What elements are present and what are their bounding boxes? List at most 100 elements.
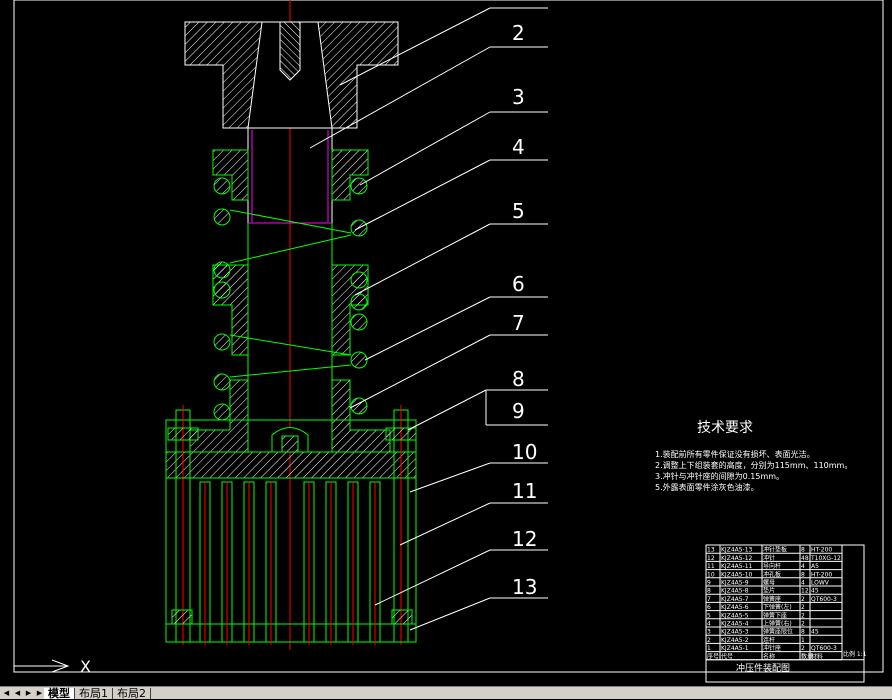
punch-head	[184, 21, 399, 129]
bom-cell: 8	[801, 571, 805, 578]
bom-cell: 6	[707, 604, 711, 611]
bom-cell: HT-200	[811, 547, 832, 554]
bom-cell: 8	[707, 588, 711, 595]
bom-cell: KJZ4A5-2	[721, 637, 749, 644]
punch-block	[165, 477, 417, 645]
bom-cell: 12	[801, 588, 809, 595]
tech-note: 1.装配前所有零件保证没有损坏、表面光洁。	[655, 449, 815, 459]
bom-cell: 材料	[811, 652, 823, 660]
bom-cell: 9	[707, 580, 711, 587]
bom-cell: 2	[801, 621, 805, 628]
bom-cell: 3	[707, 629, 711, 636]
bom-cell: 名称	[763, 652, 775, 660]
bill-of-materials: 13 KJZ4A5-13 冲针垫板 8 HT-20012 KJZ4A5-12 冲针 48 T10…	[705, 544, 867, 683]
tech-note: 3.冲针与冲针座的间隙为0.15mm。	[655, 471, 784, 481]
bom-cell: KJZ4A5-6	[721, 604, 749, 611]
bom-cell: 45	[811, 629, 819, 636]
bom-cell: KJZ4A5-10	[721, 571, 753, 578]
first-tab-icon[interactable]: ◀	[2, 688, 11, 698]
part-label: 7	[512, 311, 525, 335]
last-tab-icon[interactable]: ▶	[35, 688, 44, 698]
bom-cell: 7	[707, 596, 711, 603]
part-label: 11	[512, 479, 537, 503]
part-label: 4	[512, 135, 525, 159]
next-tab-icon[interactable]: ▶	[24, 688, 33, 698]
bom-cell: LOWV	[811, 580, 830, 587]
part-label: 8	[512, 367, 525, 391]
bom-cell: KJZ4A5-9	[721, 580, 749, 587]
axis-label: X	[80, 657, 91, 676]
part-label: 5	[512, 199, 525, 223]
tab-layout2[interactable]: 布局2	[113, 687, 151, 699]
bom-cell: 4	[801, 563, 805, 570]
bom-cell: QT600-3	[811, 645, 837, 652]
bom-cell: KJZ4A5-3	[721, 629, 749, 636]
bom-cell: 下弹簧(左)	[763, 603, 792, 611]
part-label: 9	[512, 399, 525, 423]
bom-cell: HT-200	[811, 571, 832, 578]
bom-cell: 导向杆	[763, 562, 781, 570]
bom-cell: 冲孔板	[763, 570, 781, 578]
bom-cell: 8	[801, 547, 805, 554]
bom-cell: 45	[811, 588, 819, 595]
bom-cell: 2	[801, 604, 805, 611]
bom-cell: 10	[707, 571, 715, 578]
bom-cell: 冲针座	[763, 644, 781, 652]
drawing-title: 冲压件装配图	[736, 662, 790, 674]
bom-cell: 4	[707, 621, 711, 628]
layout-tab-bar: ◀ ◀ ▶ ▶ 模型 布局1 布局2	[0, 686, 892, 699]
drawing-frame	[13, 0, 884, 673]
assembly-drawing: 2 3 4 5 6 7 8 9 10 11 12 13 技术要求 1.装配前所有…	[13, 0, 884, 683]
bom-cell: A5	[811, 563, 819, 570]
bom-cell: KJZ4A5-7	[721, 596, 749, 603]
part-label: 3	[512, 85, 525, 109]
tech-note: 2.调整上下组装套的高度，分别为115mm、110mm。	[655, 460, 852, 470]
part-label: 13	[512, 575, 537, 599]
bom-cell: 13	[707, 547, 715, 554]
bom-cell: KJZ4A5-1	[721, 645, 749, 652]
bom-cell: 弹簧座限位	[763, 628, 793, 636]
bom-cell: 弹簧座	[763, 595, 781, 603]
bom-cell: 冲针	[763, 554, 775, 562]
bom-cell: 1	[801, 637, 805, 644]
bom-cell: 螺母	[763, 579, 775, 587]
bom-cell: KJZ4A5-12	[721, 555, 753, 562]
bom-cell: 2	[801, 596, 805, 603]
tech-title: 技术要求	[697, 420, 753, 436]
bom-cell: QT600-3	[811, 596, 837, 603]
bom-cell: KJZ4A5-5	[721, 612, 749, 619]
tech-note: 5.外露表面零件涂灰色油漆。	[655, 482, 759, 492]
bom-cell: T10XG-12	[810, 555, 841, 562]
bom-cell: 连杆	[763, 636, 775, 644]
bom-cell: 序号	[707, 652, 719, 660]
bom-cell: 12	[707, 555, 715, 562]
part-label: 12	[512, 527, 537, 551]
scale-label: 比例 1:1	[843, 650, 867, 658]
bom-cell: KJZ4A5-11	[721, 563, 753, 570]
bom-cell: 48	[801, 555, 809, 562]
bom-cell: 1	[707, 645, 711, 652]
part-label: 6	[512, 272, 525, 296]
bom-cell: KJZ4A5-13	[721, 547, 753, 554]
tab-layout1[interactable]: 布局1	[75, 687, 113, 699]
bom-cell: KJZ4A5-4	[721, 621, 749, 628]
bom-cell: 垫片	[763, 587, 775, 595]
bom-cell: 2	[801, 612, 805, 619]
bom-cell: 2	[801, 645, 805, 652]
cad-drawing-canvas[interactable]: 2 3 4 5 6 7 8 9 10 11 12 13 技术要求 1.装配前所有…	[0, 0, 892, 686]
bom-cell: KJZ4A5-8	[721, 588, 749, 595]
tab-model[interactable]: 模型	[44, 687, 75, 699]
bom-cell: 8	[801, 629, 805, 636]
bom-cell: 4	[801, 580, 805, 587]
bom-cell: 5	[707, 612, 711, 619]
part-label: 10	[512, 440, 537, 464]
bom-cell: 弹簧下座	[763, 611, 787, 619]
bom-cell: 2	[707, 637, 711, 644]
part-numbers: 2 3 4 5 6 7 8 9 10 11 12 13	[512, 21, 537, 599]
bom-cell: 11	[707, 563, 715, 570]
bom-cell: 代号	[721, 652, 733, 660]
part-label: 2	[512, 21, 525, 45]
bom-cell: 上弹簧(右)	[763, 620, 792, 628]
ucs-icon	[14, 659, 70, 673]
prev-tab-icon[interactable]: ◀	[13, 688, 22, 698]
